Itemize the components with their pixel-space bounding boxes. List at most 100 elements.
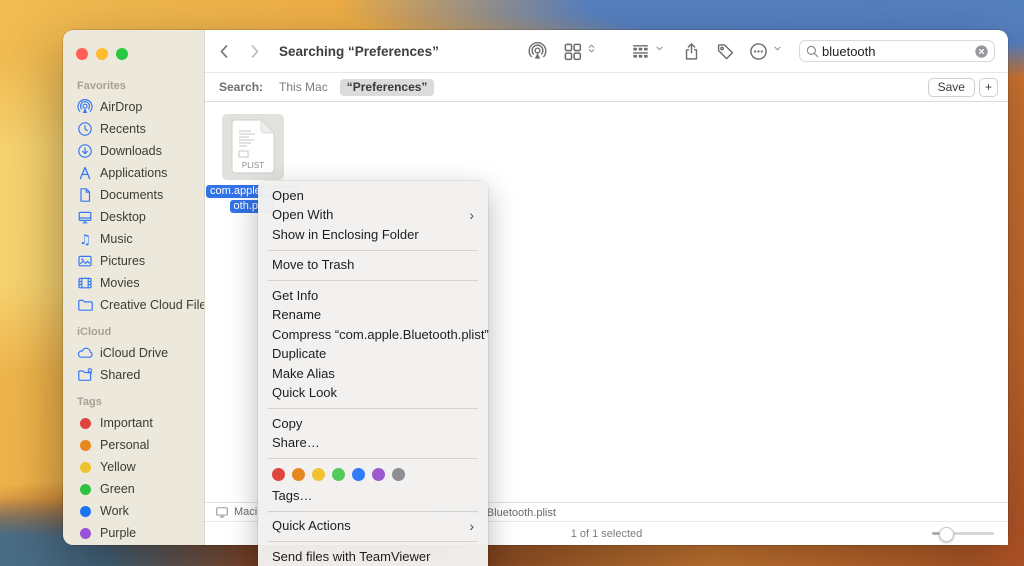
sidebar-item-yellow[interactable]: Yellow (63, 456, 204, 478)
grid-view-icon[interactable] (563, 42, 582, 61)
sidebar-item-label: iCloud Drive (100, 346, 168, 360)
menu-item-move-to-trash[interactable]: Move to Trash (258, 256, 488, 276)
sidebar-item-recents[interactable]: Recents (63, 118, 204, 140)
menu-item-label: Tags… (272, 489, 312, 504)
search-token[interactable]: “Preferences” (340, 79, 435, 96)
minimize-button[interactable] (96, 48, 108, 60)
scope-this-mac[interactable]: This Mac (279, 80, 328, 94)
group-by-icon[interactable] (631, 42, 650, 61)
menu-item-make-alias[interactable]: Make Alias (258, 364, 488, 384)
chevron-updown-icon[interactable] (586, 41, 597, 61)
sidebar-item-desktop[interactable]: Desktop (63, 206, 204, 228)
menu-item-label: Quick Actions (272, 519, 351, 534)
zoom-button[interactable] (116, 48, 128, 60)
finder-window: FavoritesAirDropRecentsDownloadsApplicat… (63, 30, 1008, 545)
sidebar-item-creative-cloud-files[interactable]: Creative Cloud Files (63, 294, 204, 316)
sidebar-item-airdrop[interactable]: AirDrop (63, 96, 204, 118)
menu-separator (268, 408, 478, 409)
sidebar-item-label: Purple (100, 526, 136, 540)
sidebar-item-documents[interactable]: Documents (63, 184, 204, 206)
menu-item-tags[interactable]: Tags… (258, 486, 488, 506)
sidebar-item-movies[interactable]: Movies (63, 272, 204, 294)
tag-dot (77, 525, 93, 541)
menu-item-compress-com-apple-bluetooth-plist[interactable]: Compress “com.apple.Bluetooth.plist” (258, 325, 488, 345)
tag-icon[interactable] (716, 42, 735, 61)
forward-button[interactable] (243, 40, 265, 62)
sidebar-item-personal[interactable]: Personal (63, 434, 204, 456)
tag-color-dot[interactable] (392, 468, 405, 481)
selected-file-icon[interactable]: PLIST (222, 114, 284, 180)
menu-item-label: Get Info (272, 289, 318, 304)
toolbar-search-field[interactable] (799, 40, 995, 62)
menu-item-duplicate[interactable]: Duplicate (258, 345, 488, 365)
menu-item-open-with[interactable]: Open With› (258, 206, 488, 226)
search-input[interactable] (820, 43, 974, 60)
sidebar-item-music[interactable]: ♫Music (63, 228, 204, 250)
save-search-button[interactable]: Save (928, 78, 975, 97)
clear-circle-icon[interactable] (974, 44, 989, 59)
sidebar-item-label: Yellow (100, 460, 136, 474)
icon-size-slider[interactable] (932, 532, 994, 535)
tag-color-dot[interactable] (312, 468, 325, 481)
menu-item-quick-actions[interactable]: Quick Actions › (258, 517, 488, 537)
sidebar-item-label: Pictures (100, 254, 145, 268)
more-icon[interactable] (749, 42, 768, 61)
tag-dot (77, 437, 93, 453)
airdrop-icon[interactable] (528, 42, 547, 61)
menu-item-get-info[interactable]: Get Info (258, 286, 488, 306)
add-criteria-button[interactable]: + (979, 78, 998, 97)
computer-icon (215, 505, 229, 519)
menu-item-share[interactable]: Share… (258, 434, 488, 454)
tag-color-dot[interactable] (292, 468, 305, 481)
menu-item-label: Send files with TeamViewer (272, 550, 431, 565)
slider-knob[interactable] (939, 527, 954, 542)
share-icon[interactable] (682, 42, 701, 61)
sidebar-item-pictures[interactable]: Pictures (63, 250, 204, 272)
menu-item-send-files-with-teamviewer[interactable]: Send files with TeamViewer (258, 547, 488, 566)
movies-icon (77, 275, 93, 291)
chevron-down-icon[interactable] (772, 41, 783, 61)
pictures-icon (77, 253, 93, 269)
chevron-down-icon[interactable] (654, 41, 665, 61)
close-button[interactable] (76, 48, 88, 60)
scope-actions: Save + (928, 78, 998, 97)
menu-item-label: Duplicate (272, 347, 326, 362)
submenu-chevron-icon: › (469, 521, 474, 531)
menu-separator (268, 511, 478, 512)
context-menu: OpenOpen With›Show in Enclosing FolderMo… (258, 181, 488, 566)
tag-color-dot[interactable] (332, 468, 345, 481)
menu-item-label: Open With (272, 208, 333, 223)
back-button[interactable] (213, 40, 235, 62)
tag-color-dot[interactable] (372, 468, 385, 481)
sidebar-item-important[interactable]: Important (63, 412, 204, 434)
sidebar-item-green[interactable]: Green (63, 478, 204, 500)
menu-item-copy[interactable]: Copy (258, 414, 488, 434)
search-scope-bar: Search: This Mac “Preferences” Save + (205, 73, 1008, 102)
sidebar-item-label: Shared (100, 368, 140, 382)
toolbar-actions (528, 30, 995, 72)
tag-color-dot[interactable] (352, 468, 365, 481)
menu-separator (268, 458, 478, 459)
folder-icon (77, 297, 93, 313)
sidebar-item-applications[interactable]: Applications (63, 162, 204, 184)
menu-item-label: Quick Look (272, 386, 337, 401)
sidebar-item-purple[interactable]: Purple (63, 522, 204, 544)
plist-document-icon: PLIST (230, 119, 276, 175)
sidebar-item-work[interactable]: Work (63, 500, 204, 522)
sidebar-section-header: Favorites (63, 70, 204, 96)
tag-dot (77, 503, 93, 519)
sidebar-item-icloud-drive[interactable]: iCloud Drive (63, 342, 204, 364)
menu-item-open[interactable]: Open (258, 186, 488, 206)
sidebar-item-downloads[interactable]: Downloads (63, 140, 204, 162)
menu-item-rename[interactable]: Rename (258, 306, 488, 326)
sidebar-section-header: Tags (63, 386, 204, 412)
menu-separator (268, 280, 478, 281)
menu-item-show-in-enclosing-folder[interactable]: Show in Enclosing Folder (258, 225, 488, 245)
menu-item-quick-look[interactable]: Quick Look (258, 384, 488, 404)
tag-color-dot[interactable] (272, 468, 285, 481)
sidebar-item-shared[interactable]: Shared (63, 364, 204, 386)
sidebar-item-label: Movies (100, 276, 140, 290)
svg-text:♫: ♫ (79, 232, 91, 247)
recents-icon (77, 121, 93, 137)
selection-count: 1 of 1 selected (571, 528, 643, 540)
